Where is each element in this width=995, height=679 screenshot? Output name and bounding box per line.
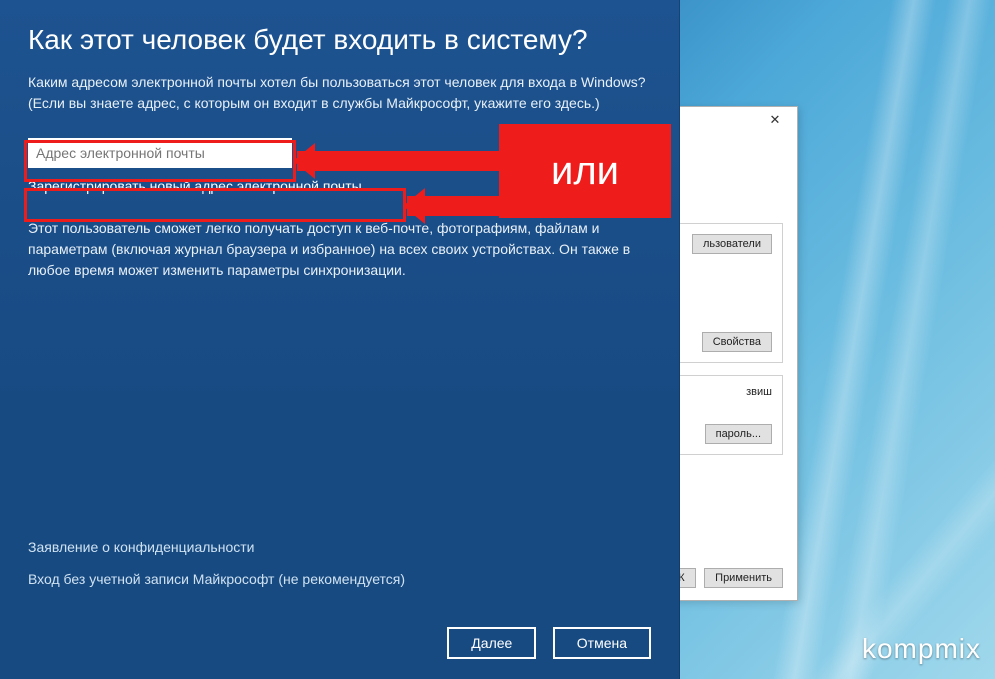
- watermark: kompmix: [862, 633, 981, 665]
- users-tab[interactable]: льзователи: [692, 234, 772, 254]
- dialog-intro: Каким адресом электронной почты хотел бы…: [28, 72, 651, 114]
- dialog-title: Как этот человек будет входить в систему…: [28, 24, 651, 56]
- hint-text: звиш: [746, 386, 772, 398]
- register-new-email-link[interactable]: Зарегистрировать новый адрес электронной…: [28, 178, 362, 194]
- email-input[interactable]: [28, 138, 292, 168]
- privacy-statement-link[interactable]: Заявление о конфиденциальности: [28, 539, 405, 555]
- cancel-button[interactable]: Отмена: [553, 627, 651, 659]
- close-icon[interactable]: ✕: [755, 109, 795, 131]
- password-button[interactable]: пароль...: [705, 424, 772, 444]
- apply-button[interactable]: Применить: [704, 568, 783, 588]
- annotation-arrow-top: [297, 151, 499, 171]
- next-button[interactable]: Далее: [447, 627, 536, 659]
- properties-button[interactable]: Свойства: [702, 332, 772, 352]
- annotation-arrow-bottom: [407, 196, 499, 216]
- annotation-label-or: или: [499, 124, 671, 218]
- sign-in-without-ms-account-link[interactable]: Вход без учетной записи Майкрософт (не р…: [28, 571, 405, 587]
- dialog-description: Этот пользователь сможет легко получать …: [28, 218, 651, 281]
- add-user-dialog: Как этот человек будет входить в систему…: [0, 0, 680, 679]
